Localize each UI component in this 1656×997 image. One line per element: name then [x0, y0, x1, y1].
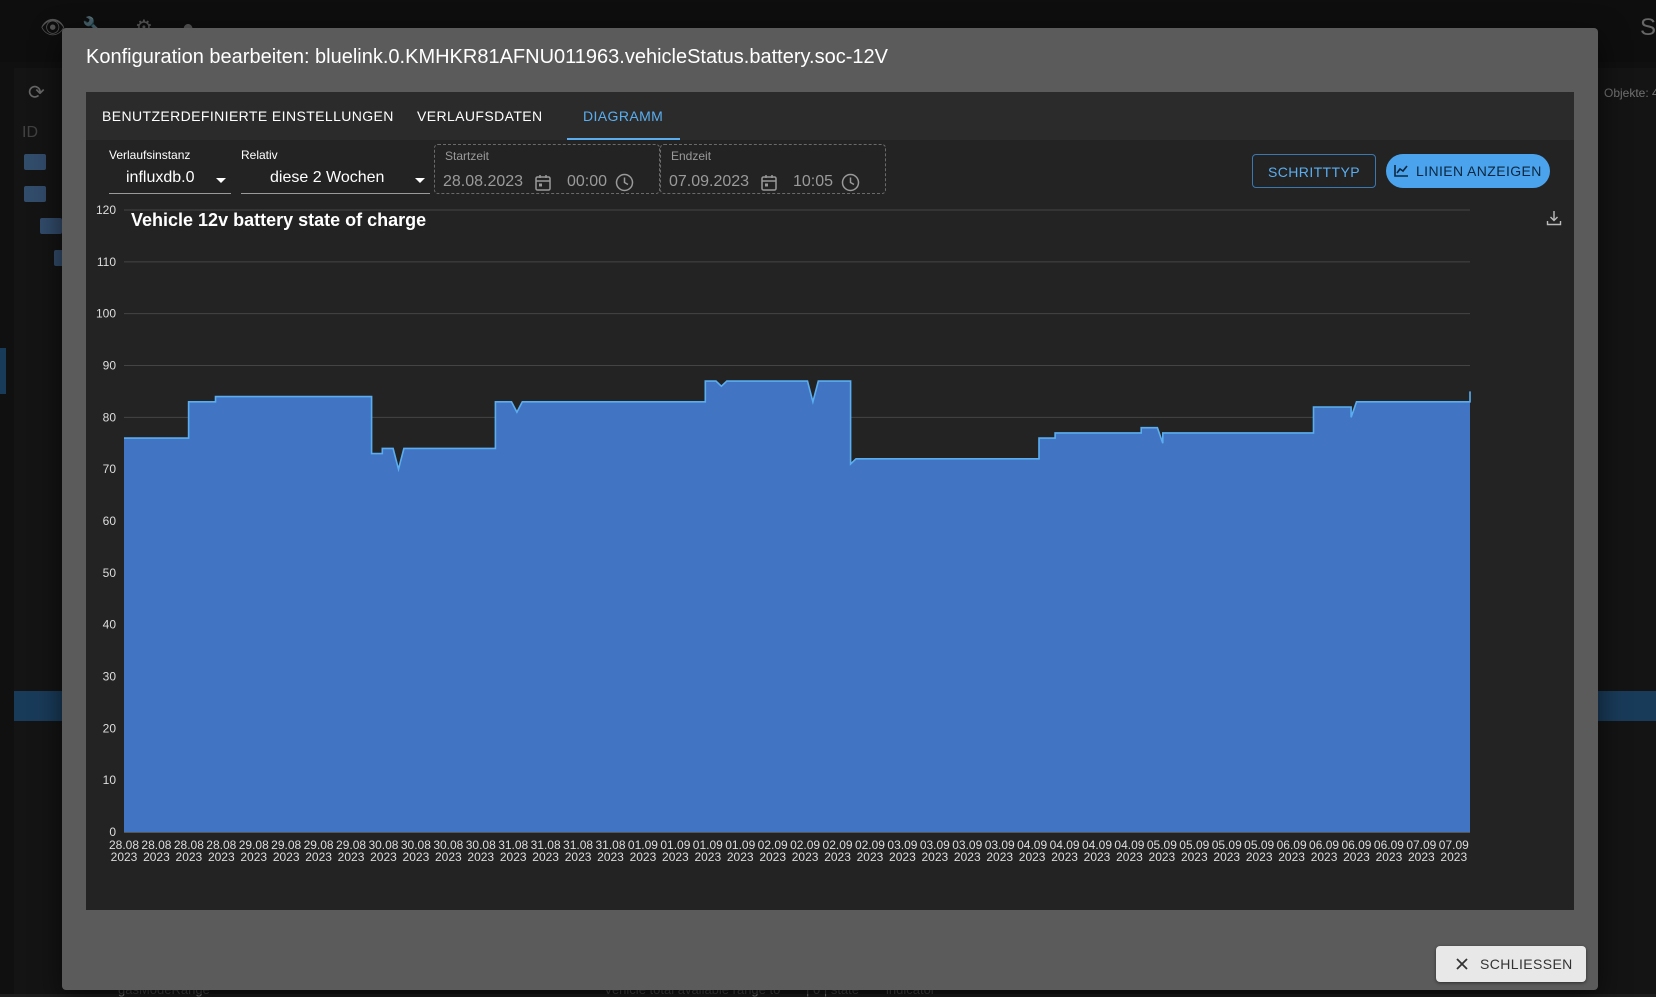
x-tick-label: 03.09 2023: [920, 838, 950, 864]
tab-custom-settings[interactable]: BENUTZERDEFINIERTE EINSTELLUNGEN: [86, 92, 410, 140]
x-tick-label: 07.09 2023: [1406, 838, 1436, 864]
x-tick-label: 02.09 2023: [855, 838, 885, 864]
x-tick-label: 29.08 2023: [304, 838, 334, 864]
line-chart-icon: [1394, 165, 1408, 177]
x-tick-label: 01.09 2023: [725, 838, 755, 864]
x-tick-label: 02.09 2023: [790, 838, 820, 864]
y-tick-label: 90: [103, 359, 117, 373]
x-tick-label: 29.08 2023: [239, 838, 269, 864]
x-tick-label: 30.08 2023: [401, 838, 431, 864]
x-tick-label: 05.09 2023: [1212, 838, 1242, 864]
end-time-value[interactable]: 10:05: [793, 173, 833, 191]
show-lines-button[interactable]: LINIEN ANZEIGEN: [1386, 154, 1550, 188]
start-time-value[interactable]: 00:00: [567, 173, 607, 191]
select-underline: [109, 193, 231, 194]
y-tick-label: 40: [103, 618, 117, 632]
x-tick-label: 06.09 2023: [1277, 838, 1307, 864]
x-tick-label: 01.09 2023: [660, 838, 690, 864]
dialog-title: Konfiguration bearbeiten: bluelink.0.KMH…: [86, 46, 888, 68]
end-time-field[interactable]: Endzeit 07.09.2023 10:05: [660, 144, 886, 194]
chart-title: Vehicle 12v battery state of charge: [131, 210, 426, 230]
history-instance-label: Verlaufsinstanz: [109, 148, 191, 162]
y-tick-label: 120: [96, 204, 116, 217]
y-tick-label: 20: [103, 721, 117, 735]
x-tick-label: 04.09 2023: [1017, 838, 1047, 864]
x-tick-label: 03.09 2023: [952, 838, 982, 864]
start-time-field[interactable]: Startzeit 28.08.2023 00:00: [434, 144, 660, 194]
x-tick-label: 06.09 2023: [1341, 838, 1371, 864]
y-tick-label: 80: [103, 410, 117, 424]
history-instance-select[interactable]: Verlaufsinstanz influxdb.0: [109, 148, 231, 194]
x-tick-label: 02.09 2023: [823, 838, 853, 864]
chevron-down-icon: [415, 178, 425, 183]
step-type-button[interactable]: SCHRITTTYP: [1252, 154, 1376, 188]
x-tick-label: 30.08 2023: [466, 838, 496, 864]
y-tick-label: 0: [109, 825, 116, 839]
x-tick-label: 30.08 2023: [368, 838, 398, 864]
calendar-icon[interactable]: [535, 174, 551, 191]
x-tick-label: 01.09 2023: [693, 838, 723, 864]
start-time-label: Startzeit: [445, 149, 490, 163]
x-tick-label: 06.09 2023: [1309, 838, 1339, 864]
close-button[interactable]: SCHLIESSEN: [1436, 946, 1586, 982]
x-tick-label: 28.08 2023: [206, 838, 236, 864]
tab-bar: BENUTZERDEFINIERTE EINSTELLUNGEN VERLAUF…: [86, 92, 1574, 140]
x-tick-label: 04.09 2023: [1082, 838, 1112, 864]
x-tick-label: 03.09 2023: [985, 838, 1015, 864]
relative-value: diese 2 Wochen: [270, 169, 385, 186]
tab-history-data[interactable]: VERLAUFSDATEN: [401, 92, 559, 140]
x-tick-label: 05.09 2023: [1244, 838, 1274, 864]
calendar-icon[interactable]: [761, 174, 777, 191]
x-tick-label: 31.08 2023: [563, 838, 593, 864]
end-time-label: Endzeit: [671, 149, 712, 163]
y-tick-label: 60: [103, 514, 117, 528]
clock-icon[interactable]: [615, 173, 634, 192]
select-underline: [241, 193, 430, 194]
relative-label: Relativ: [241, 148, 278, 162]
x-tick-label: 30.08 2023: [433, 838, 463, 864]
close-label: SCHLIESSEN: [1480, 956, 1573, 972]
chevron-down-icon: [216, 178, 226, 183]
x-tick-label: 31.08 2023: [531, 838, 561, 864]
show-lines-label: LINIEN ANZEIGEN: [1416, 163, 1542, 179]
x-tick-label: 01.09 2023: [628, 838, 658, 864]
x-tick-label: 31.08 2023: [498, 838, 528, 864]
x-tick-label: 04.09 2023: [1050, 838, 1080, 864]
x-tick-label: 29.08 2023: [271, 838, 301, 864]
x-tick-label: 07.09 2023: [1439, 838, 1469, 864]
x-tick-label: 28.08 2023: [109, 838, 139, 864]
history-instance-value: influxdb.0: [126, 169, 195, 186]
y-tick-label: 110: [97, 255, 116, 269]
x-tick-label: 31.08 2023: [595, 838, 625, 864]
relative-range-select[interactable]: Relativ diese 2 Wochen: [241, 148, 430, 194]
x-tick-label: 06.09 2023: [1374, 838, 1404, 864]
close-icon: [1456, 958, 1468, 970]
tab-chart[interactable]: DIAGRAMM: [567, 92, 679, 140]
clock-icon[interactable]: [841, 173, 860, 192]
x-tick-label: 04.09 2023: [1114, 838, 1144, 864]
x-tick-label: 05.09 2023: [1147, 838, 1177, 864]
y-tick-label: 50: [103, 566, 117, 580]
end-date-value[interactable]: 07.09.2023: [669, 173, 749, 191]
start-date-value[interactable]: 28.08.2023: [443, 173, 523, 191]
y-tick-label: 10: [103, 773, 117, 787]
y-tick-label: 30: [103, 670, 117, 684]
series-area: [124, 381, 1470, 832]
x-tick-label: 28.08 2023: [141, 838, 171, 864]
x-tick-label: 02.09 2023: [758, 838, 788, 864]
soc-chart: 0102030405060708090100110120 28.08 202328…: [96, 204, 1471, 864]
y-tick-label: 100: [96, 307, 116, 321]
x-tick-label: 29.08 2023: [336, 838, 366, 864]
chart-tab-content: Verlaufsinstanz influxdb.0 Relativ diese…: [86, 140, 1574, 910]
y-tick-label: 70: [103, 462, 117, 476]
x-tick-label: 28.08 2023: [174, 838, 204, 864]
x-tick-label: 05.09 2023: [1179, 838, 1209, 864]
x-tick-label: 03.09 2023: [887, 838, 917, 864]
config-dialog: Konfiguration bearbeiten: bluelink.0.KMH…: [62, 28, 1598, 990]
